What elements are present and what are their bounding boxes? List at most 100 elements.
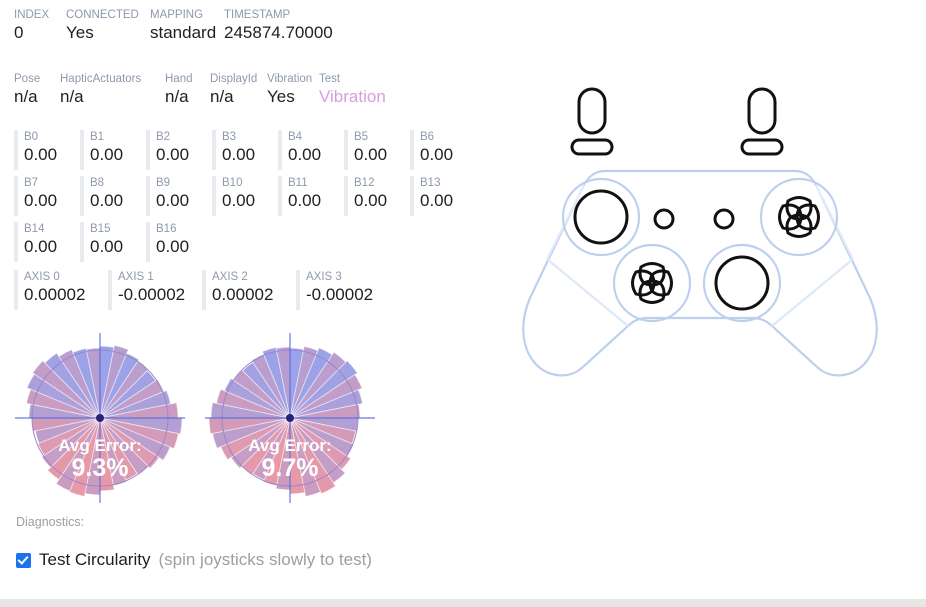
left-analog-stick[interactable] <box>573 189 629 245</box>
status-cell-connected: CONNECTED Yes <box>66 8 150 44</box>
axis-value-1: -0.00002 <box>118 285 186 304</box>
button-value-b16: 0.00 <box>156 237 190 256</box>
button-cell-b12: B12 0.00 <box>344 176 410 216</box>
right-stick-circularity-title: Avg Error: <box>248 436 331 455</box>
button-value-b6: 0.00 <box>420 145 454 164</box>
status-cell-timestamp: TIMESTAMP 245874.70000 <box>224 8 384 44</box>
button-value-b1: 0.00 <box>90 145 124 164</box>
feature-label-displayid: DisplayId <box>210 73 258 85</box>
left-stick-circularity-title: Avg Error: <box>58 436 141 455</box>
button-label-b13: B13 <box>420 177 441 189</box>
test-circularity-checkbox[interactable] <box>16 552 31 568</box>
right-stick-circularity-center-dot <box>286 414 294 422</box>
button-readouts: B0 0.00 B1 0.00 B2 0.00 B3 0.00 B4 0.00 B5 0.00 B6 0.… <box>14 130 494 268</box>
feature-value-hand: n/a <box>165 87 189 106</box>
button-value-b5: 0.00 <box>354 145 388 164</box>
feature-cell-hapticactuators: HapticActuators n/a <box>60 72 165 108</box>
button-cell-b7: B7 0.00 <box>14 176 80 216</box>
status-cell-mapping: MAPPING standard <box>150 8 224 44</box>
feature-value-vibration: Yes <box>267 87 295 106</box>
status-label-index: INDEX <box>14 9 50 21</box>
button-label-b15: B15 <box>90 223 111 235</box>
status-cell-index: INDEX 0 <box>14 8 66 44</box>
left-stick-circularity-svg: Avg Error:9.3% <box>15 333 185 503</box>
left-trigger-L2[interactable] <box>577 87 607 135</box>
right-stick-circularity-value: 9.7% <box>262 454 319 482</box>
start-button[interactable] <box>713 208 735 230</box>
button-label-b7: B7 <box>24 177 39 189</box>
button-label-b2: B2 <box>156 131 171 143</box>
status-value-index: 0 <box>14 23 24 42</box>
button-value-b15: 0.00 <box>90 237 124 256</box>
select-button[interactable] <box>653 208 675 230</box>
right-analog-stick[interactable] <box>714 255 770 311</box>
button-value-b0: 0.00 <box>24 145 58 164</box>
axis-label-3: AXIS 3 <box>306 271 342 283</box>
feature-cell-hand: Hand n/a <box>165 72 210 108</box>
test-circularity-label: Test Circularity <box>39 550 151 569</box>
axis-label-2: AXIS 2 <box>212 271 248 283</box>
axis-cell-3: AXIS 3 -0.00002 <box>296 270 390 310</box>
feature-label-hand: Hand <box>165 73 193 85</box>
gamepad-svg <box>522 87 878 377</box>
button-label-b4: B4 <box>288 131 303 143</box>
feature-label-pose: Pose <box>14 73 41 85</box>
axis-cell-0: AXIS 0 0.00002 <box>14 270 108 310</box>
button-cell-b4: B4 0.00 <box>278 130 344 170</box>
button-cell-b5: B5 0.00 <box>344 130 410 170</box>
diagnostics-heading: Diagnostics: <box>16 515 85 529</box>
vibration-test-link[interactable]: Vibration <box>319 86 409 108</box>
axis-value-3: -0.00002 <box>306 285 374 304</box>
feature-value-hapticactuators: n/a <box>60 87 84 106</box>
button-cell-b11: B11 0.00 <box>278 176 344 216</box>
feature-cell-test: Test Vibration <box>319 72 409 108</box>
status-row: INDEX 0 CONNECTED Yes MAPPING standard TIMESTA… <box>14 8 384 44</box>
axis-cell-1: AXIS 1 -0.00002 <box>108 270 202 310</box>
button-value-b9: 0.00 <box>156 191 190 210</box>
axis-readouts: AXIS 0 0.00002 AXIS 1 -0.00002 AXIS 2 0.00002… <box>14 270 494 316</box>
button-value-b4: 0.00 <box>288 145 322 164</box>
button-label-b12: B12 <box>354 177 375 189</box>
test-circularity-hint: (spin joysticks slowly to test) <box>158 550 372 569</box>
button-value-b14: 0.00 <box>24 237 58 256</box>
status-label-connected: CONNECTED <box>66 9 139 21</box>
dpad-right-halo <box>759 177 839 257</box>
button-label-b0: B0 <box>24 131 39 143</box>
axis-cell-2: AXIS 2 0.00002 <box>202 270 296 310</box>
horizontal-scrollbar[interactable] <box>0 599 926 607</box>
right-bumper-R1[interactable] <box>740 138 784 156</box>
button-cell-b14: B14 0.00 <box>14 222 80 262</box>
button-value-b10: 0.00 <box>222 191 256 210</box>
button-value-b11: 0.00 <box>288 191 322 210</box>
status-label-mapping: MAPPING <box>150 9 204 21</box>
button-cell-b0: B0 0.00 <box>14 130 80 170</box>
circularity-charts: Avg Error: 9.3% Avg Error: 9.7% <box>8 330 388 515</box>
button-label-b10: B10 <box>222 177 243 189</box>
button-cell-b1: B1 0.00 <box>80 130 146 170</box>
button-cell-b15: B15 0.00 <box>80 222 146 262</box>
dpad-left[interactable] <box>631 262 673 304</box>
feature-cell-pose: Pose n/a <box>14 72 60 108</box>
button-label-b6: B6 <box>420 131 435 143</box>
gamepad-crease-right-lower <box>771 258 854 327</box>
dpad-left-halo <box>612 243 692 323</box>
gamepad-tester-page: INDEX 0 CONNECTED Yes MAPPING standard TIMESTA… <box>0 0 926 607</box>
right-trigger-R2[interactable] <box>747 87 777 135</box>
test-circularity-row[interactable]: Test Circularity (spin joysticks slowly … <box>16 550 372 570</box>
dpad-right[interactable] <box>778 196 820 238</box>
button-cell-b6: B6 0.00 <box>410 130 476 170</box>
feature-cell-displayid: DisplayId n/a <box>210 72 267 108</box>
button-cell-b2: B2 0.00 <box>146 130 212 170</box>
button-cell-b10: B10 0.00 <box>212 176 278 216</box>
feature-label-test: Test <box>319 73 341 85</box>
chart-left-stick-circularity: Avg Error: 9.3% <box>8 330 198 515</box>
button-value-b2: 0.00 <box>156 145 190 164</box>
button-cell-b8: B8 0.00 <box>80 176 146 216</box>
button-label-b14: B14 <box>24 223 45 235</box>
button-label-b1: B1 <box>90 131 105 143</box>
button-cell-b3: B3 0.00 <box>212 130 278 170</box>
button-value-b12: 0.00 <box>354 191 388 210</box>
status-label-timestamp: TIMESTAMP <box>224 9 291 21</box>
feature-value-pose: n/a <box>14 87 38 106</box>
left-bumper-L1[interactable] <box>570 138 614 156</box>
